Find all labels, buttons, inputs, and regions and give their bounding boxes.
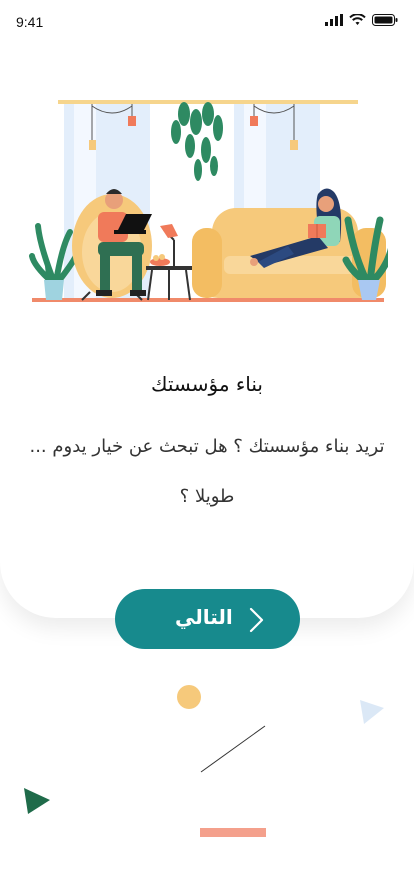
next-button[interactable]: التالي [115,589,300,649]
decor-triangle-light [360,700,384,724]
wifi-icon [349,14,366,25]
onboarding-description: تريد بناء مؤسستك ؟ هل تبحث عن خيار يدوم … [29,436,385,507]
decor-line [200,725,266,773]
battery-icon [372,14,398,26]
status-time: 9:41 [16,14,44,30]
next-button-label: التالي [175,605,233,629]
living-room-illustration [29,100,388,302]
onboarding-card: بناء مؤسستك تريد بناء مؤسستك ؟ هل تبحث ع… [0,0,414,618]
onboarding-title: بناء مؤسستك [151,372,263,396]
decor-circle [177,685,201,709]
status-bar: 9:41 [0,0,414,46]
decor-bar [200,828,266,837]
signal-icon [325,14,343,26]
chevron-right-icon [249,607,264,633]
status-icons [325,14,398,26]
decor-triangle-dark [24,788,50,814]
